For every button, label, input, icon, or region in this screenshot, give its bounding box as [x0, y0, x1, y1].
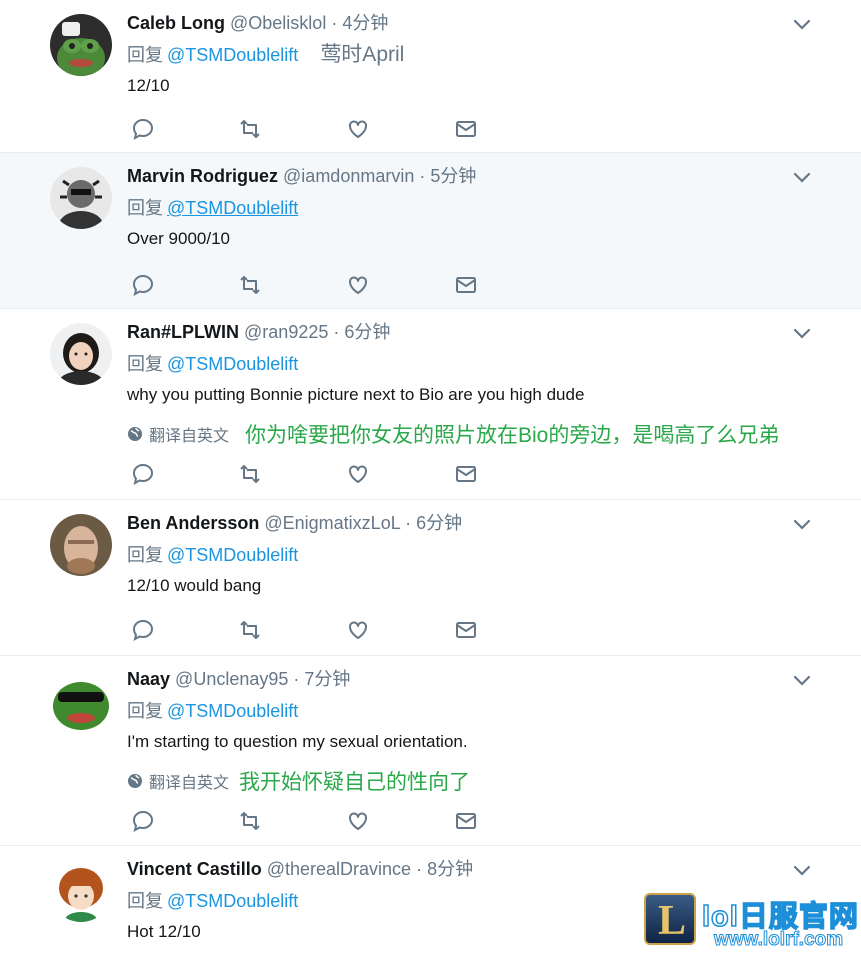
reply-label: 回复 [127, 354, 163, 374]
mention-link[interactable]: @TSMDoublelift [167, 891, 298, 911]
mention-link[interactable]: @TSMDoublelift [167, 354, 298, 374]
author-handle[interactable]: @EnigmatixzLoL [264, 513, 400, 533]
author-name[interactable]: Caleb Long [127, 13, 225, 33]
author-name[interactable]: Ben Andersson [127, 513, 259, 533]
retweet-icon[interactable] [238, 618, 262, 642]
avatar[interactable] [50, 670, 112, 732]
separator: · [333, 322, 340, 342]
author-name[interactable]: Marvin Rodriguez [127, 166, 278, 186]
watermark-logo: L lol日服官网 www.lolrf.com [644, 893, 859, 951]
mention-link[interactable]: @TSMDoublelift [167, 198, 298, 218]
retweet-icon[interactable] [238, 273, 262, 297]
timestamp[interactable]: 6分钟 [344, 322, 390, 342]
avatar[interactable] [50, 14, 112, 76]
chevron-down-icon[interactable] [792, 518, 812, 532]
timestamp[interactable]: 8分钟 [427, 859, 473, 879]
reply-label: 回复 [127, 545, 163, 565]
translate-button[interactable]: 翻译自英文 [149, 775, 229, 792]
globe-icon [128, 427, 142, 441]
author-name[interactable]: Ran#LPLWIN [127, 322, 239, 342]
tweet-text: 12/10 [127, 76, 170, 95]
tweet-item[interactable]: Ran#LPLWIN @ran9225 · 6分钟 回复 @TSMDoubleli… [0, 309, 861, 500]
lol-logo-icon: L [644, 893, 696, 945]
retweet-icon[interactable] [238, 117, 262, 141]
mail-icon[interactable] [454, 273, 478, 297]
avatar[interactable] [50, 323, 112, 385]
chevron-down-icon[interactable] [792, 171, 812, 185]
separator: · [293, 669, 300, 689]
avatar[interactable] [50, 514, 112, 576]
reply-label: 回复 [127, 198, 163, 218]
reply-icon[interactable] [131, 809, 155, 833]
mail-icon[interactable] [454, 117, 478, 141]
avatar[interactable] [50, 167, 112, 229]
reply-label: 回复 [127, 891, 163, 911]
tweet-item[interactable]: Caleb Long @Obelisklol · 4分钟 回复 @TSMDoubl… [0, 0, 861, 153]
like-icon[interactable] [346, 462, 370, 486]
timestamp[interactable]: 6分钟 [416, 513, 462, 533]
tweet-text: why you putting Bonnie picture next to B… [127, 385, 585, 404]
mention-link[interactable]: @TSMDoublelift [167, 701, 298, 721]
chevron-down-icon[interactable] [792, 327, 812, 341]
timestamp[interactable]: 7分钟 [304, 669, 350, 689]
mail-icon[interactable] [454, 618, 478, 642]
reply-icon[interactable] [131, 273, 155, 297]
author-handle[interactable]: @iamdonmarvin [283, 166, 414, 186]
tweet-text: I'm starting to question my sexual orien… [127, 732, 468, 751]
separator: · [416, 859, 423, 879]
retweet-icon[interactable] [238, 809, 262, 833]
author-handle[interactable]: @Obelisklol [230, 13, 326, 33]
author-handle[interactable]: @ran9225 [244, 322, 328, 342]
separator: · [331, 13, 338, 33]
translate-button[interactable]: 翻译自英文 [149, 428, 229, 445]
tweet-text: Over 9000/10 [127, 229, 231, 248]
timestamp[interactable]: 5分钟 [430, 166, 476, 186]
translation-text: 你为啥要把你女友的照片放在Bio的旁边，是喝高了么兄弟 [245, 424, 780, 447]
mail-icon[interactable] [454, 462, 478, 486]
translation-text: 我开始怀疑自己的性向了 [239, 771, 471, 794]
reply-label: 回复 [127, 701, 163, 721]
like-icon[interactable] [346, 809, 370, 833]
mail-icon[interactable] [454, 809, 478, 833]
mention-link[interactable]: @TSMDoublelift [167, 545, 298, 565]
tweet-item[interactable]: Ben Andersson @EnigmatixzLoL · 6分钟 回复 @TS… [0, 500, 861, 656]
reply-icon[interactable] [131, 117, 155, 141]
chevron-down-icon[interactable] [792, 864, 812, 878]
reply-icon[interactable] [131, 618, 155, 642]
author-handle[interactable]: @therealDravince [267, 859, 411, 879]
tweet-item[interactable]: Marvin Rodriguez @iamdonmarvin · 5分钟 回复 @… [0, 153, 861, 309]
logo-letter: L [658, 898, 687, 944]
reply-label: 回复 [127, 45, 163, 65]
translation-row: 翻译自英文 我开始怀疑自己的性向了 [127, 766, 470, 794]
like-icon[interactable] [346, 117, 370, 141]
reply-icon[interactable] [131, 462, 155, 486]
like-icon[interactable] [346, 273, 370, 297]
author-handle[interactable]: @Unclenay95 [175, 669, 288, 689]
retweet-icon[interactable] [238, 462, 262, 486]
like-icon[interactable] [346, 618, 370, 642]
timestamp[interactable]: 4分钟 [342, 13, 388, 33]
tweet-text: Hot 12/10 [127, 922, 201, 941]
author-name[interactable]: Vincent Castillo [127, 859, 262, 879]
separator: · [405, 513, 412, 533]
chevron-down-icon[interactable] [792, 18, 812, 32]
mention-link[interactable]: @TSMDoublelift [167, 45, 298, 65]
globe-icon [128, 774, 142, 788]
tweet-item[interactable]: Naay @Unclenay95 · 7分钟 回复 @TSMDoublelift … [0, 656, 861, 846]
author-name[interactable]: Naay [127, 669, 170, 689]
watermark-url: www.lolrf.com [713, 929, 844, 951]
chevron-down-icon[interactable] [792, 674, 812, 688]
note-text: 莺时April [320, 43, 405, 66]
translation-row: 翻译自英文 你为啥要把你女友的照片放在Bio的旁边，是喝高了么兄弟 [127, 419, 779, 447]
separator: · [419, 166, 426, 186]
tweet-text: 12/10 would bang [127, 576, 262, 595]
avatar[interactable] [50, 860, 112, 922]
